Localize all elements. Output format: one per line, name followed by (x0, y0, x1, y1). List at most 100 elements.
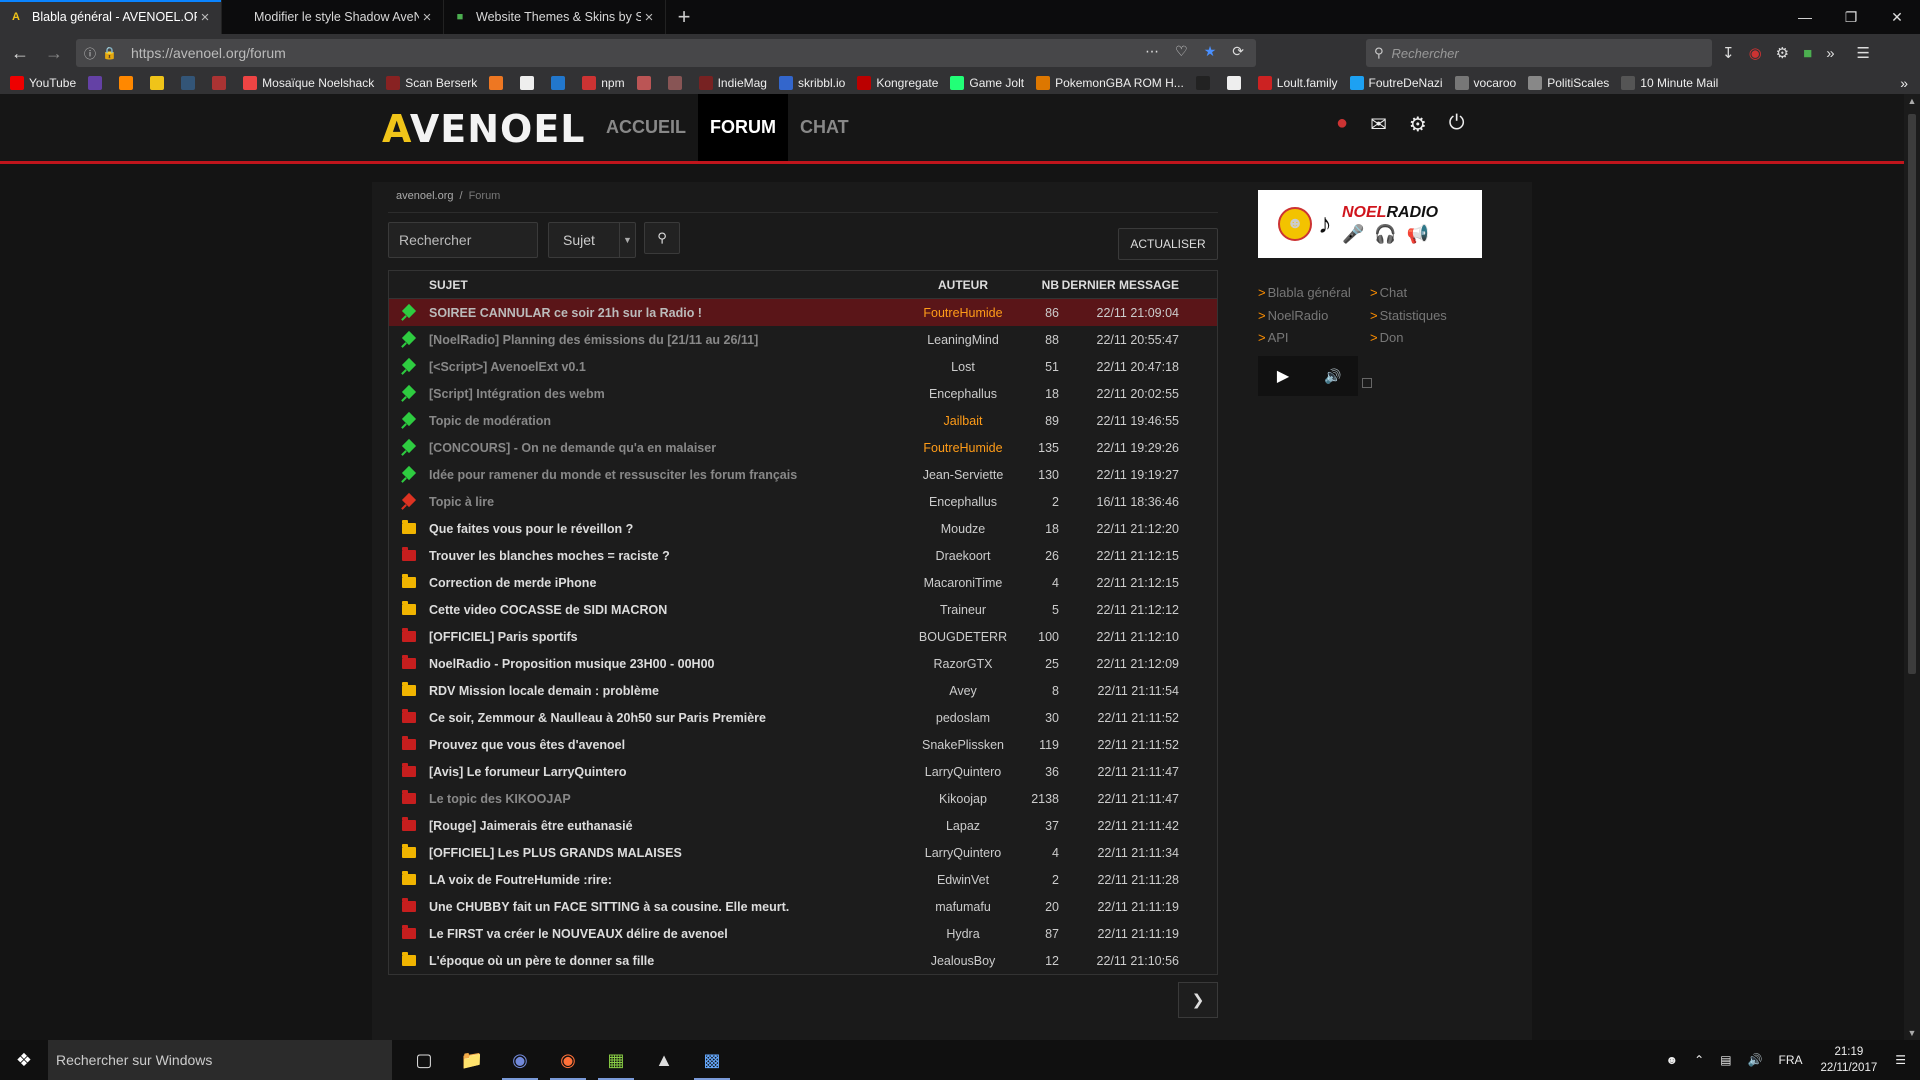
bookmark-item[interactable]: Mosaïque Noelshack (243, 76, 374, 90)
topic-row[interactable]: Idée pour ramener du monde et ressuscite… (389, 461, 1217, 488)
topic-last-message-date[interactable]: 22/11 21:12:09 (1059, 657, 1189, 671)
topic-last-message-date[interactable]: 22/11 21:11:52 (1059, 711, 1189, 725)
topic-author-link[interactable]: EdwinVet (909, 873, 1017, 887)
topic-author-link[interactable]: Encephallus (909, 495, 1017, 509)
topic-author-link[interactable]: Jailbait (909, 414, 1017, 428)
sidebar-link[interactable]: > Blabla général (1258, 282, 1370, 305)
topic-author-link[interactable]: Hydra (909, 927, 1017, 941)
topic-author-link[interactable]: Lapaz (909, 819, 1017, 833)
nav-chat[interactable]: CHAT (788, 94, 861, 161)
topic-author-link[interactable]: mafumafu (909, 900, 1017, 914)
nav-forum[interactable]: FORUM (698, 94, 788, 161)
topic-row[interactable]: Cette video COCASSE de SIDI MACRON Traine… (389, 596, 1217, 623)
volume-tray-icon[interactable]: 🔊 (1748, 1053, 1763, 1067)
topic-subject-link[interactable]: [NoelRadio] Planning des émissions du [2… (429, 333, 909, 347)
stylish-icon[interactable]: ■ (1803, 45, 1812, 62)
page-actions-icon[interactable]: ⋯ (1145, 43, 1159, 60)
scroll-up-icon[interactable]: ▲ (1904, 96, 1920, 106)
topic-row[interactable]: Topic de modération Jailbait 89 22/11 19:46… (389, 407, 1217, 434)
topic-row[interactable]: [Rouge] Jaimerais être euthanasié Lapaz 37… (389, 812, 1217, 839)
bookmark-item[interactable]: IndieMag (698, 76, 767, 90)
bookmark-item[interactable]: YouTube (10, 76, 76, 90)
topic-row[interactable]: [OFFICIEL] Paris sportifs BOUGDETERR 100 22… (389, 623, 1217, 650)
topic-author-link[interactable]: Kikoojap (909, 792, 1017, 806)
topic-author-link[interactable]: MacaroniTime (909, 576, 1017, 590)
topic-row[interactable]: Topic à lire Encephallus 2 16/11 18:36:46 (389, 488, 1217, 515)
bookmark-item[interactable]: Game Jolt (950, 76, 1024, 90)
topic-row[interactable]: NoelRadio - Proposition musique 23H00 - … (389, 650, 1217, 677)
bookmark-star-icon[interactable]: ★ (1204, 43, 1217, 60)
page-scrollbar[interactable]: ▲ ▼ (1904, 94, 1920, 1040)
bookmark-item[interactable] (119, 76, 138, 90)
topic-last-message-date[interactable]: 22/11 20:47:18 (1059, 360, 1189, 374)
refresh-button[interactable]: ACTUALISER (1118, 228, 1218, 260)
language-indicator[interactable]: FRA (1779, 1053, 1803, 1067)
topic-subject-link[interactable]: [<Script>] AvenoelExt v0.1 (429, 360, 909, 374)
topic-last-message-date[interactable]: 22/11 21:12:20 (1059, 522, 1189, 536)
topic-author-link[interactable]: FoutreHumide (909, 306, 1017, 320)
pocket-icon[interactable]: ♡ (1175, 43, 1188, 60)
topic-last-message-date[interactable]: 22/11 21:11:47 (1059, 792, 1189, 806)
topic-author-link[interactable]: Moudze (909, 522, 1017, 536)
topic-last-message-date[interactable]: 22/11 21:11:19 (1059, 900, 1189, 914)
topic-subject-link[interactable]: Correction de merde iPhone (429, 576, 909, 590)
topic-last-message-date[interactable]: 22/11 21:11:34 (1059, 846, 1189, 860)
bookmark-item[interactable] (212, 76, 231, 90)
topic-subject-link[interactable]: Trouver les blanches moches = raciste ? (429, 549, 909, 563)
topic-row[interactable]: Le FIRST va créer le NOUVEAUX délire de … (389, 920, 1217, 947)
topic-last-message-date[interactable]: 22/11 21:11:52 (1059, 738, 1189, 752)
topic-author-link[interactable]: Jean-Serviette (909, 468, 1017, 482)
next-page-button[interactable]: ❯ (1178, 982, 1218, 1018)
topic-row[interactable]: Ce soir, Zemmour & Naulleau à 20h50 sur … (389, 704, 1217, 731)
bookmark-item[interactable] (489, 76, 508, 90)
close-icon[interactable]: × (419, 9, 435, 26)
ublock-icon[interactable]: ◉ (1749, 44, 1762, 62)
topic-author-link[interactable]: SnakePlissken (909, 738, 1017, 752)
site-logo[interactable]: AVENOEL (382, 107, 586, 151)
topic-author-link[interactable]: LarryQuintero (909, 765, 1017, 779)
hamburger-menu-icon[interactable]: ☰ (1857, 44, 1870, 62)
close-window-button[interactable]: ✕ (1874, 0, 1920, 34)
bookmark-item[interactable] (1195, 76, 1215, 90)
topic-subject-link[interactable]: Idée pour ramener du monde et ressuscite… (429, 468, 909, 482)
topic-author-link[interactable]: BOUGDETERR (909, 630, 1017, 644)
topic-subject-link[interactable]: Le FIRST va créer le NOUVEAUX délire de … (429, 927, 909, 941)
topic-row[interactable]: SOIREE CANNULAR ce soir 21h sur la Radio… (389, 299, 1217, 326)
windows-start-icon[interactable]: ❖ (0, 1040, 48, 1080)
topic-last-message-date[interactable]: 16/11 18:36:46 (1059, 495, 1189, 509)
breadcrumb-home[interactable]: avenoel.org (396, 190, 454, 202)
topic-subject-link[interactable]: [OFFICIEL] Paris sportifs (429, 630, 909, 644)
topic-subject-link[interactable]: LA voix de FoutreHumide :rire: (429, 873, 909, 887)
topic-subject-link[interactable]: [OFFICIEL] Les PLUS GRANDS MALAISES (429, 846, 909, 860)
topic-last-message-date[interactable]: 22/11 21:11:54 (1059, 684, 1189, 698)
topic-last-message-date[interactable]: 22/11 21:12:10 (1059, 630, 1189, 644)
mail-icon[interactable]: ✉ (1370, 112, 1387, 137)
topic-last-message-date[interactable]: 22/11 19:29:26 (1059, 441, 1189, 455)
topic-subject-link[interactable]: [CONCOURS] - On ne demande qu'a en malai… (429, 441, 909, 455)
bookmark-item[interactable]: npm (582, 76, 625, 90)
taskbar-search[interactable]: Rechercher sur Windows (48, 1040, 392, 1080)
topic-last-message-date[interactable]: 22/11 21:12:15 (1059, 576, 1189, 590)
topic-author-link[interactable]: Traineur (909, 603, 1017, 617)
clock[interactable]: 21:19 22/11/2017 (1821, 1044, 1878, 1076)
noelradio-banner[interactable]: ☻ ♪ NOELRADIO 🎤🎧📢 (1258, 190, 1482, 258)
topic-subject-link[interactable]: Prouvez que vous êtes d'avenoel (429, 738, 909, 752)
search-button[interactable]: ⚲ (644, 222, 680, 254)
topic-last-message-date[interactable]: 22/11 21:11:42 (1059, 819, 1189, 833)
restore-button[interactable]: ❐ (1828, 0, 1874, 34)
back-button[interactable]: ← (6, 39, 34, 67)
topic-row[interactable]: Le topic des KIKOOJAP Kikoojap 2138 22/11 2… (389, 785, 1217, 812)
topic-last-message-date[interactable]: 22/11 19:46:55 (1059, 414, 1189, 428)
url-bar[interactable]: ⓘ 🔒 https://avenoel.org/forum ⋯ ♡ ★ ⟳ (76, 39, 1256, 67)
bookmark-item[interactable] (1226, 76, 1246, 90)
topic-last-message-date[interactable]: 22/11 20:02:55 (1059, 387, 1189, 401)
topic-author-link[interactable]: LarryQuintero (909, 846, 1017, 860)
topic-author-link[interactable]: Draekoort (909, 549, 1017, 563)
topic-author-link[interactable]: pedoslam (909, 711, 1017, 725)
topic-row[interactable]: Prouvez que vous êtes d'avenoel SnakePlis… (389, 731, 1217, 758)
bookmark-item[interactable] (551, 76, 570, 90)
app-window-icon[interactable]: ▩ (688, 1040, 736, 1080)
close-icon[interactable]: × (197, 9, 213, 26)
topic-last-message-date[interactable]: 22/11 21:09:04 (1059, 306, 1189, 320)
topic-row[interactable]: [<Script>] AvenoelExt v0.1 Lost 51 22/11 20… (389, 353, 1217, 380)
